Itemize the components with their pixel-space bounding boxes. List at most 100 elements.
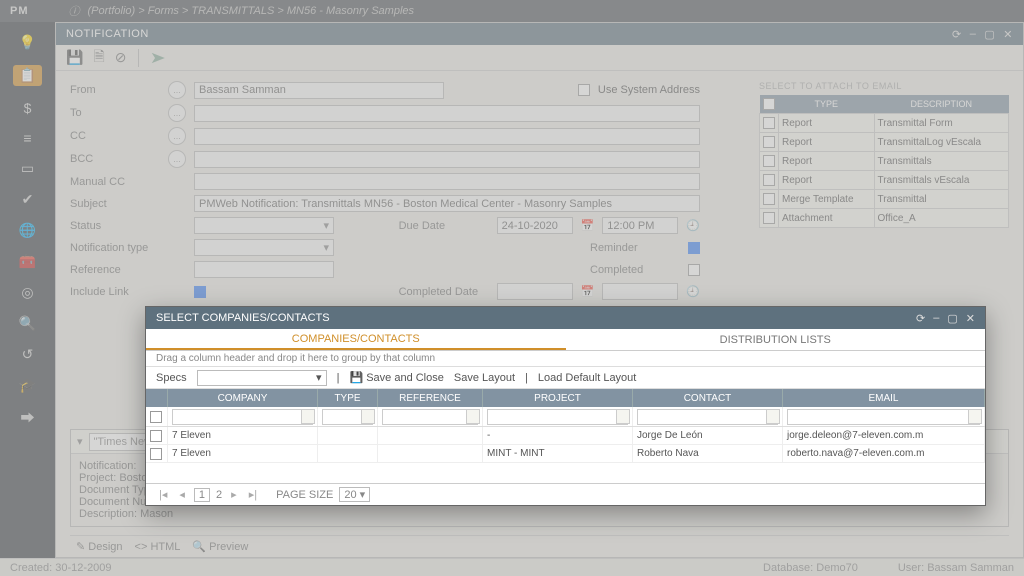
modal-minimize-icon[interactable]: – — [933, 312, 939, 324]
table-row[interactable]: 7 Eleven MINT - MINT Roberto Nava robert… — [146, 445, 985, 463]
col-ref[interactable]: REFERENCE — [378, 389, 483, 407]
pager-page[interactable]: 1 — [194, 488, 210, 502]
filter-email[interactable] — [787, 409, 980, 425]
from-input[interactable]: Bassam Samman — [194, 82, 444, 99]
attach-row-check[interactable] — [763, 174, 775, 186]
ctime-input[interactable] — [602, 283, 678, 300]
row-check[interactable] — [150, 430, 162, 442]
filter-contact[interactable] — [637, 409, 778, 425]
modal-refresh-icon[interactable]: ⟳ — [916, 312, 925, 325]
nav-exit-icon[interactable]: ⮕ — [21, 408, 35, 428]
bcc-input[interactable] — [194, 151, 700, 168]
pager-next-page[interactable]: 2 — [216, 489, 222, 501]
send-icon[interactable]: ➤ — [150, 48, 166, 68]
close-icon[interactable]: ✕ — [1003, 28, 1013, 41]
usesys-checkbox[interactable] — [578, 84, 590, 96]
nav-home-icon[interactable]: ◎ — [21, 284, 33, 301]
col-email[interactable]: EMAIL — [783, 389, 985, 407]
maximize-icon[interactable]: ▢ — [984, 28, 995, 41]
info-icon[interactable]: ⓘ — [69, 3, 80, 19]
attach-row-check[interactable] — [763, 212, 775, 224]
attach-col-desc[interactable]: DESCRIPTION — [874, 95, 1008, 114]
col-contact[interactable]: CONTACT — [633, 389, 783, 407]
grid-check-all[interactable] — [150, 411, 162, 423]
rte-group-icon[interactable]: ▾ — [77, 435, 83, 448]
nav-sched-icon[interactable]: ≡ — [23, 130, 31, 146]
ref-input[interactable] — [194, 261, 334, 278]
nav-forms-icon[interactable]: 📋 — [13, 65, 42, 86]
reminder-checkbox[interactable] — [688, 242, 700, 254]
status-select[interactable] — [194, 217, 334, 234]
attach-row-check[interactable] — [763, 136, 775, 148]
filter-icon[interactable] — [466, 409, 480, 424]
pager-prev-icon[interactable]: ◂ — [176, 488, 188, 501]
pager-next-icon[interactable]: ▸ — [228, 488, 240, 501]
attach-row-check[interactable] — [763, 155, 775, 167]
filter-icon[interactable] — [616, 409, 630, 424]
tab-distribution[interactable]: DISTRIBUTION LISTS — [566, 329, 986, 350]
filter-icon[interactable] — [361, 409, 375, 424]
mode-preview[interactable]: 🔍 Preview — [192, 540, 248, 553]
modal-maximize-icon[interactable]: ▢ — [947, 312, 957, 325]
col-project[interactable]: PROJECT — [483, 389, 633, 407]
nav-search-icon[interactable]: 🔍 — [19, 315, 36, 332]
filter-icon[interactable] — [968, 409, 982, 424]
pagesize-select[interactable]: 20 ▾ — [339, 487, 370, 502]
save-layout-button[interactable]: Save Layout — [454, 372, 515, 384]
pager-last-icon[interactable]: ▸| — [246, 488, 260, 501]
cancel-icon[interactable]: ⊘ — [115, 49, 127, 66]
from-picker[interactable]: … — [168, 81, 186, 99]
table-row[interactable]: 7 Eleven - Jorge De León jorge.deleon@7-… — [146, 427, 985, 445]
attach-col-type[interactable]: TYPE — [779, 95, 875, 114]
nav-cost-icon[interactable]: $ — [24, 100, 32, 116]
filter-project[interactable] — [487, 409, 628, 425]
clock-icon[interactable]: 🕘 — [686, 219, 700, 232]
ntype-select[interactable] — [194, 239, 334, 256]
new-icon[interactable]: 🗎 — [93, 46, 104, 70]
due-date-input[interactable]: 24-10-2020 — [497, 217, 573, 234]
cdate-input[interactable] — [497, 283, 573, 300]
nav-asset-icon[interactable]: ▭ — [21, 160, 34, 177]
attach-check-all[interactable] — [763, 98, 775, 110]
load-layout-button[interactable]: Load Default Layout — [538, 372, 636, 384]
clock-icon[interactable]: 🕘 — [686, 285, 700, 298]
mode-design[interactable]: ✎ Design — [76, 540, 123, 553]
to-input[interactable] — [194, 105, 700, 122]
bcc-picker[interactable]: … — [168, 150, 186, 168]
to-picker[interactable]: … — [168, 104, 186, 122]
save-close-button[interactable]: 💾 Save and Close — [349, 371, 443, 384]
specs-select[interactable]: ▾ — [197, 370, 327, 386]
nav-univ-icon[interactable]: 🎓 — [19, 377, 36, 394]
col-company[interactable]: COMPANY — [168, 389, 318, 407]
manualcc-input[interactable] — [194, 173, 700, 190]
mode-html[interactable]: <> HTML — [135, 541, 181, 553]
completed-checkbox[interactable] — [688, 264, 700, 276]
subject-input[interactable]: PMWeb Notification: Transmittals MN56 - … — [194, 195, 700, 212]
refresh-icon[interactable]: ⟳ — [952, 28, 962, 41]
cc-input[interactable] — [194, 128, 700, 145]
row-check[interactable] — [150, 448, 162, 460]
attach-row-check[interactable] — [763, 193, 775, 205]
modal-close-icon[interactable]: ✕ — [966, 312, 975, 325]
filter-company[interactable] — [172, 409, 313, 425]
cc-picker[interactable]: … — [168, 127, 186, 145]
nav-tools-icon[interactable]: 🧰 — [19, 253, 36, 270]
col-check[interactable] — [146, 389, 168, 407]
col-type[interactable]: TYPE — [318, 389, 378, 407]
breadcrumb[interactable]: (Portfolio) > Forms > TRANSMITTALS > MN5… — [88, 5, 415, 17]
nav-bulb-icon[interactable]: 💡 — [19, 34, 36, 51]
attach-row-check[interactable] — [763, 117, 775, 129]
nav-work-icon[interactable]: ✔ — [22, 191, 34, 208]
tab-companies[interactable]: COMPANIES/CONTACTS — [146, 329, 566, 350]
calendar-icon[interactable]: 📅 — [581, 285, 595, 298]
inclink-checkbox[interactable] — [194, 286, 206, 298]
minimize-icon[interactable]: – — [970, 28, 977, 40]
filter-icon[interactable] — [766, 409, 780, 424]
nav-port-icon[interactable]: 🌐 — [19, 222, 36, 239]
save-icon[interactable]: 💾 — [66, 49, 83, 66]
nav-recent-icon[interactable]: ↺ — [22, 346, 34, 363]
group-bar[interactable]: Drag a column header and drop it here to… — [146, 351, 985, 367]
filter-ref[interactable] — [382, 409, 478, 425]
pager-first-icon[interactable]: |◂ — [156, 488, 170, 501]
due-time-input[interactable]: 12:00 PM — [602, 217, 678, 234]
